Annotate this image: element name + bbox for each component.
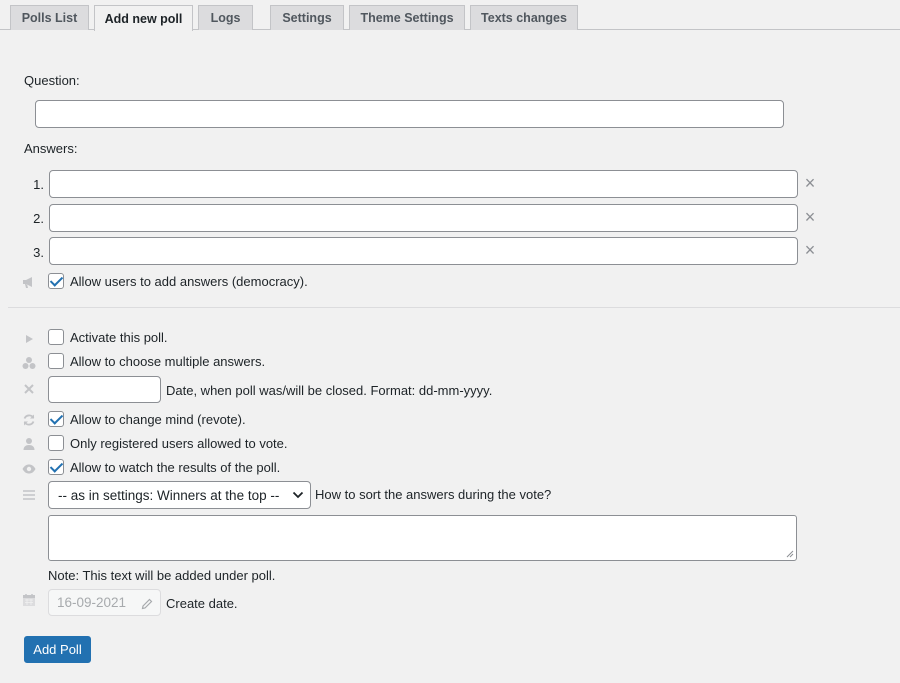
activate-checkbox[interactable]: [48, 329, 64, 345]
answer-input-2[interactable]: [49, 204, 798, 232]
pencil-icon[interactable]: [141, 598, 153, 610]
answer-input-1[interactable]: [49, 170, 798, 198]
eye-icon: [22, 462, 36, 476]
create-date-field: 16-09-2021: [48, 589, 161, 616]
calendar-icon: [22, 593, 36, 607]
watch-results-checkbox[interactable]: [48, 459, 64, 475]
add-poll-button[interactable]: Add Poll: [24, 636, 91, 663]
registered-only-checkbox[interactable]: [48, 435, 64, 451]
create-date-label: Create date.: [166, 596, 238, 611]
note-label: Note: This text will be added under poll…: [48, 568, 276, 583]
chevron-down-icon: [292, 491, 304, 499]
circles-icon: [22, 356, 36, 370]
democracy-checkbox[interactable]: [48, 273, 64, 289]
sort-order-label: How to sort the answers during the vote?: [315, 487, 552, 502]
multiple-answers-checkbox[interactable]: [48, 353, 64, 369]
close-icon: [22, 382, 36, 396]
question-label: Question:: [24, 73, 80, 88]
tab-bar: Polls List Add new poll Logs Settings Th…: [0, 0, 900, 31]
democracy-label: Allow users to add answers (democracy).: [70, 274, 308, 289]
remove-answer-icon[interactable]: ×: [803, 174, 817, 192]
sort-order-value: -- as in settings: Winners at the top --: [58, 487, 280, 503]
tab-settings[interactable]: Settings: [270, 5, 344, 30]
answer-number: 2.: [33, 211, 44, 226]
revote-checkbox[interactable]: [48, 411, 64, 427]
answer-number: 3.: [33, 245, 44, 260]
registered-only-label: Only registered users allowed to vote.: [70, 436, 288, 451]
answer-number: 1.: [33, 177, 44, 192]
remove-answer-icon[interactable]: ×: [803, 241, 817, 259]
watch-results-label: Allow to watch the results of the poll.: [70, 460, 281, 475]
menu-icon: [22, 488, 36, 502]
question-input[interactable]: [35, 100, 784, 128]
create-date-value: 16-09-2021: [57, 595, 127, 610]
play-icon: [22, 332, 36, 346]
user-icon: [22, 437, 36, 451]
refresh-icon: [22, 413, 36, 427]
sort-order-select[interactable]: -- as in settings: Winners at the top --: [48, 481, 311, 509]
resize-grip-icon[interactable]: [786, 550, 794, 558]
activate-label: Activate this poll.: [70, 330, 168, 345]
tab-add-new-poll[interactable]: Add new poll: [94, 5, 193, 31]
tab-texts-changes[interactable]: Texts changes: [470, 5, 578, 30]
answers-label: Answers:: [24, 141, 78, 156]
tab-polls-list[interactable]: Polls List: [10, 5, 89, 30]
tab-theme-settings[interactable]: Theme Settings: [349, 5, 465, 30]
megaphone-icon: [22, 275, 36, 289]
section-divider: [8, 307, 900, 308]
note-textarea[interactable]: [48, 515, 797, 561]
multiple-answers-label: Allow to choose multiple answers.: [70, 354, 266, 369]
answer-input-3[interactable]: [49, 237, 798, 265]
remove-answer-icon[interactable]: ×: [803, 208, 817, 226]
tab-logs[interactable]: Logs: [198, 5, 253, 30]
close-date-label: Date, when poll was/will be closed. Form…: [166, 383, 493, 398]
revote-label: Allow to change mind (revote).: [70, 412, 246, 427]
close-date-input[interactable]: [48, 376, 161, 403]
